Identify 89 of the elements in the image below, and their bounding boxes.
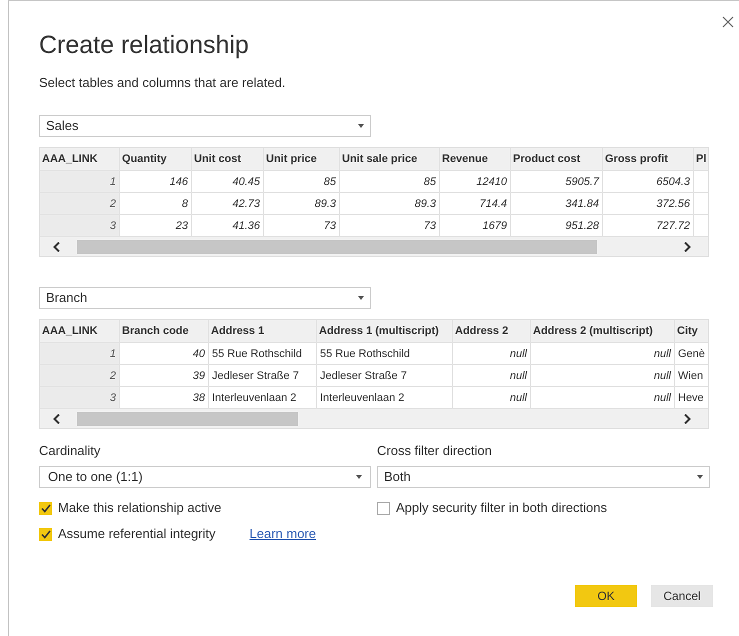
cardinality-dropdown[interactable]: One to one (1:1) xyxy=(39,466,371,488)
caret-icon xyxy=(697,475,703,479)
caret-icon xyxy=(358,296,364,300)
checkmark-icon xyxy=(40,504,50,512)
dialog-subtitle: Select tables and columns that are related. xyxy=(39,75,286,91)
table-cell: 85 xyxy=(264,170,340,192)
caret-icon xyxy=(358,124,364,128)
table-cell: 1679 xyxy=(440,214,511,236)
checkbox[interactable] xyxy=(39,502,52,514)
scroll-right-icon[interactable] xyxy=(684,414,691,424)
column-header: Address 1 xyxy=(209,320,317,342)
table-dropdown[interactable]: Branch xyxy=(39,287,371,309)
table-cell: 2 xyxy=(40,192,120,214)
table-cell: 146 xyxy=(120,170,192,192)
table-cell: null xyxy=(453,342,531,364)
table-cell: Interleuvenlaan 2 xyxy=(209,386,317,408)
caret-icon xyxy=(356,475,362,479)
column-header: Address 1 (multiscript) xyxy=(317,320,453,342)
scroll-left-icon[interactable] xyxy=(53,242,60,252)
column-header: Branch code xyxy=(120,320,209,342)
table-cell: 8 xyxy=(120,192,192,214)
table-cell: 55 Rue Rothschild xyxy=(317,342,453,364)
column-header: Product cost xyxy=(511,148,603,170)
column-header: Gross profit xyxy=(603,148,694,170)
field-label: Cross filter direction xyxy=(377,443,493,459)
scroll-left-icon[interactable] xyxy=(53,414,60,424)
table-cell: 2 xyxy=(40,364,120,386)
table-cell: 372.56 xyxy=(603,192,694,214)
scrollbar-thumb[interactable] xyxy=(77,240,597,254)
column-header: Quantity xyxy=(120,148,192,170)
cross-filter-dropdown[interactable]: Both xyxy=(377,466,710,488)
checkbox-label: Apply security filter in both directions xyxy=(396,499,607,518)
table-cell: Jedleser Straße 7 xyxy=(209,364,317,386)
column-header: Unit price xyxy=(264,148,340,170)
ok-button[interactable]: OK xyxy=(575,585,637,607)
table-cell: 89.3 xyxy=(340,192,440,214)
table-cell: 85 xyxy=(340,170,440,192)
table-cell: 3 xyxy=(40,214,120,236)
checkmark-icon xyxy=(40,530,50,538)
table-cell: 714.4 xyxy=(440,192,511,214)
learn-more-link[interactable]: Learn more xyxy=(250,524,316,544)
column-header: Address 2 (multiscript) xyxy=(531,320,675,342)
column-header: AAA_LINK xyxy=(40,148,120,170)
table-cell: null xyxy=(453,364,531,386)
table-cell: 341.84 xyxy=(511,192,603,214)
table-cell: 6504.3 xyxy=(603,170,694,192)
field-label: Cardinality xyxy=(39,443,102,459)
table-cell: 73 xyxy=(340,214,440,236)
checkbox-label: Make this relationship active xyxy=(58,499,222,518)
table-cell: 1 xyxy=(40,170,120,192)
table-cell: 40 xyxy=(120,342,209,364)
table-cell: 23 xyxy=(120,214,192,236)
table-cell: 39 xyxy=(120,364,209,386)
column-header: AAA_LINK xyxy=(40,320,120,342)
table-cell: 55 Rue Rothschild xyxy=(209,342,317,364)
checkbox-label: Assume referential integrity xyxy=(58,525,216,544)
table-cell: 41.36 xyxy=(192,214,264,236)
table-cell: 42.73 xyxy=(192,192,264,214)
table-cell: 5905.7 xyxy=(511,170,603,192)
table-cell: null xyxy=(531,386,675,408)
table-cell: 40.45 xyxy=(192,170,264,192)
column-header: Revenue xyxy=(440,148,511,170)
column-header: Unit cost xyxy=(192,148,264,170)
table-cell: 951.28 xyxy=(511,214,603,236)
scrollbar-thumb[interactable] xyxy=(77,412,298,426)
table-cell: Genè xyxy=(675,342,708,364)
table-cell: 3 xyxy=(40,386,120,408)
table-cell: Wien xyxy=(675,364,708,386)
table-cell: 38 xyxy=(120,386,209,408)
dialog-title: Create relationship xyxy=(39,30,250,61)
table-cell: null xyxy=(531,342,675,364)
table-cell: null xyxy=(453,386,531,408)
scroll-right-icon[interactable] xyxy=(684,242,691,252)
checkbox[interactable] xyxy=(377,502,390,514)
close-icon[interactable] xyxy=(722,16,734,28)
column-header: Unit sale price xyxy=(340,148,440,170)
table-cell: Jedleser Straße 7 xyxy=(317,364,453,386)
checkbox[interactable] xyxy=(39,528,52,540)
table-cell: 89.3 xyxy=(264,192,340,214)
table-cell: 1 xyxy=(40,342,120,364)
table-cell: Interleuvenlaan 2 xyxy=(317,386,453,408)
table-cell: Heve xyxy=(675,386,708,408)
table-cell: 727.72 xyxy=(603,214,694,236)
table-cell: 73 xyxy=(264,214,340,236)
column-header: Address 2 xyxy=(453,320,531,342)
table-cell: null xyxy=(531,364,675,386)
table-cell: 12410 xyxy=(440,170,511,192)
table-dropdown[interactable]: Sales xyxy=(39,115,371,137)
cancel-button[interactable]: Cancel xyxy=(651,585,713,607)
